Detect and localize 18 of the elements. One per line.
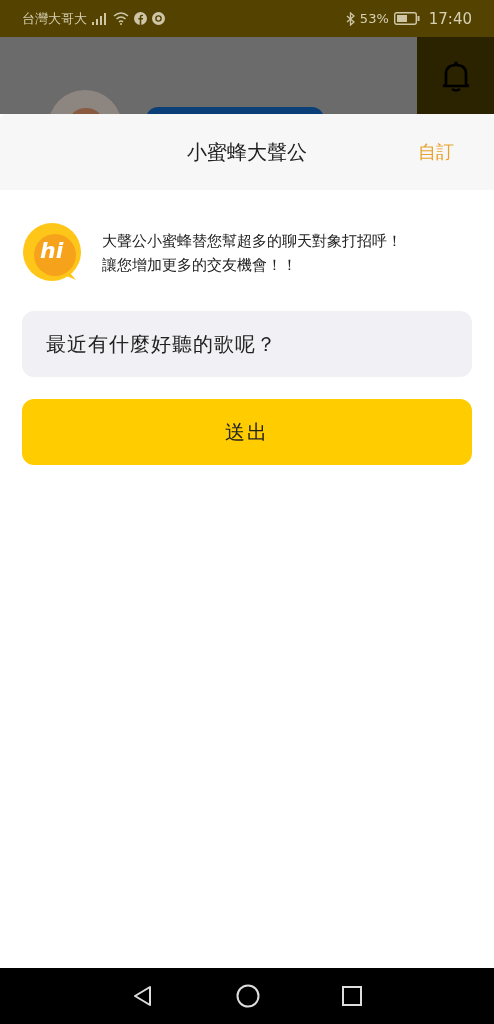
sheet-title: 小蜜蜂大聲公 [187, 138, 307, 166]
home-icon[interactable] [236, 984, 260, 1008]
submit-button[interactable]: 送出 [22, 399, 472, 465]
facebook-icon [134, 12, 147, 25]
recents-icon[interactable] [342, 986, 362, 1006]
browser-icon [152, 12, 165, 25]
intro-line: 讓您增加更多的交友機會！！ [102, 255, 297, 276]
clock-time: 17:40 [428, 9, 472, 28]
battery-icon [393, 12, 420, 25]
intro-line: 大聲公小蜜蜂替您幫超多的聊天對象打招呼！ [102, 231, 402, 252]
battery-percent: 53% [359, 11, 389, 26]
hi-logo: hi [22, 222, 84, 284]
wifi-icon [113, 12, 129, 25]
back-icon[interactable] [132, 985, 154, 1007]
signal-icon [92, 12, 108, 25]
carrier-name: 台灣大哥大 [22, 9, 87, 28]
bluetooth-icon [345, 11, 355, 26]
message-field[interactable]: 最近有什麼好聽的歌呢？ [22, 311, 472, 377]
